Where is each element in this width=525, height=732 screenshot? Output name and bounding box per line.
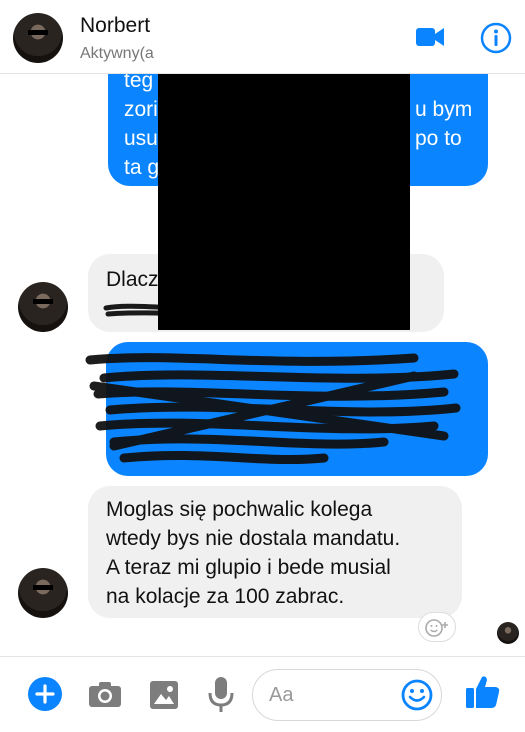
incoming-message[interactable]: Moglas się pochwalic kolega wtedy bys ni… (88, 486, 462, 618)
message-list[interactable]: teg zori usu ta g u bym po to Dlaczego n… (0, 74, 525, 656)
video-call-icon[interactable] (416, 26, 444, 48)
camera-icon[interactable] (89, 681, 121, 707)
contact-avatar[interactable] (13, 13, 63, 63)
sender-avatar[interactable] (18, 568, 68, 618)
contact-status: Aktywny(a (80, 45, 154, 62)
image-icon[interactable] (150, 681, 178, 709)
chat-header: Norbert Aktywny(a (0, 0, 525, 74)
thumbs-up-icon[interactable] (466, 674, 500, 710)
redaction-box (158, 74, 410, 330)
contact-name[interactable]: Norbert (80, 14, 150, 38)
message-line: usu (124, 127, 158, 150)
message-line: ta g (124, 156, 160, 179)
info-icon[interactable] (480, 22, 512, 54)
message-line: zori (124, 98, 158, 121)
read-receipt-avatar (497, 622, 519, 644)
redaction-scribble (85, 353, 461, 465)
message-line: teg (124, 74, 154, 92)
microphone-icon[interactable] (208, 677, 234, 713)
message-line: wtedy bys nie dostala mandatu. (106, 527, 401, 550)
plus-icon[interactable] (27, 676, 63, 712)
message-line: na kolacje za 100 zabrac. (106, 585, 345, 608)
message-line: u bym (415, 98, 473, 121)
message-placeholder: Aa (269, 684, 294, 706)
smile-plus-icon (425, 619, 448, 637)
message-line: A teraz mi glupio i bede musial (106, 556, 391, 579)
message-line: po to (415, 127, 462, 150)
sender-avatar[interactable] (18, 282, 68, 332)
emoji-icon[interactable] (401, 679, 433, 711)
add-reaction-button[interactable] (418, 612, 456, 642)
message-line: Moglas się pochwalic kolega (106, 498, 373, 521)
